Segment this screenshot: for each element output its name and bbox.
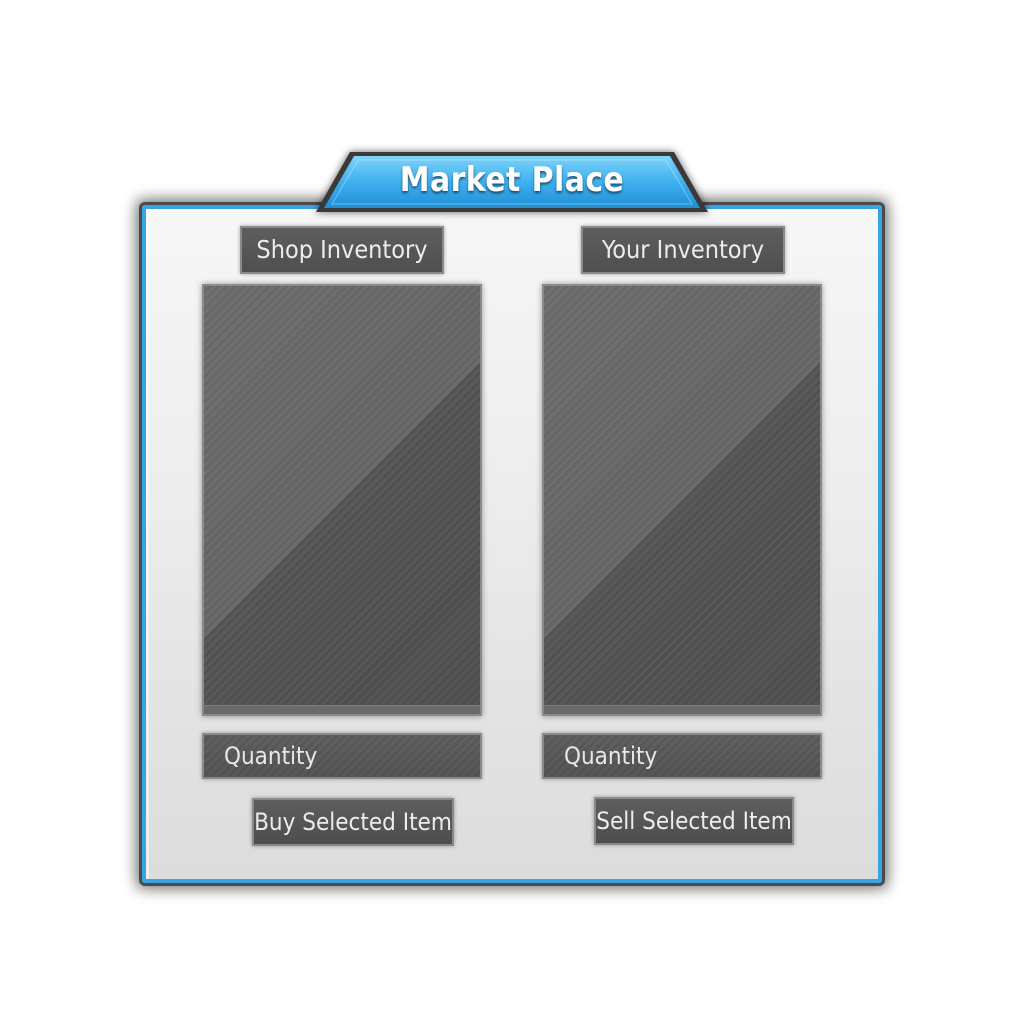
shop-inventory-list-footer: [204, 705, 480, 714]
your-inventory-list-footer: [544, 705, 820, 714]
your-inventory-header: Your Inventory: [581, 226, 785, 274]
your-inventory-list[interactable]: [542, 284, 822, 716]
shop-inventory-header: Shop Inventory: [240, 226, 444, 274]
shop-quantity-input[interactable]: Quantity: [202, 733, 482, 779]
shop-inventory-list[interactable]: [202, 284, 482, 716]
title-tab: Market Place: [312, 146, 712, 216]
market-place-screen: Market Place Shop Inventory Quantity Buy…: [0, 0, 1024, 1024]
window-title: Market Place: [399, 160, 625, 200]
your-quantity-input[interactable]: Quantity: [542, 733, 822, 779]
buy-selected-item-button[interactable]: Buy Selected Item: [252, 798, 454, 846]
sell-selected-item-button[interactable]: Sell Selected Item: [594, 797, 794, 845]
